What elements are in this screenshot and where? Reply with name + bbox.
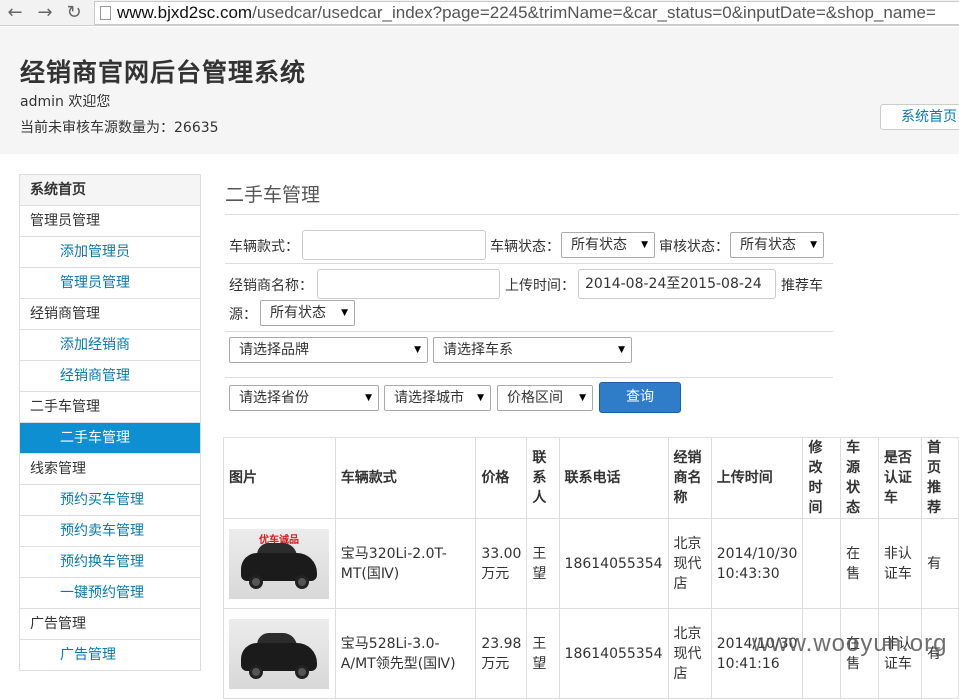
divider bbox=[225, 331, 833, 332]
price-cell: 23.98万元 bbox=[475, 608, 528, 699]
contact-cell: 王望 bbox=[526, 518, 560, 609]
column-header: 上传时间 bbox=[710, 437, 804, 519]
home-button[interactable]: 系统首页 bbox=[880, 104, 959, 130]
table-row[interactable]: 优车诚品 宝马320Li-2.0T-MT(国Ⅳ) 33.00万元 王望 1861… bbox=[223, 518, 959, 609]
upload-date-input[interactable]: 2014-08-24至2015-08-24 bbox=[578, 269, 776, 299]
url-text: www.bjxd2sc.com/usedcar/usedcar_index?pa… bbox=[117, 3, 936, 22]
thumbnail-cell bbox=[223, 608, 336, 699]
upload-label: 上传时间： bbox=[505, 278, 575, 294]
reload-icon[interactable]: ↻ bbox=[63, 2, 85, 24]
sidebar-item-admin-manage[interactable]: 管理员管理 bbox=[20, 268, 200, 299]
column-header: 联系电话 bbox=[558, 437, 669, 519]
sidebar-group-ads[interactable]: 广告管理 bbox=[20, 609, 200, 640]
table-header-row: 图片 车辆款式 价格 联系人 联系电话 经销商名称 上传时间 修改时间 车源状态… bbox=[223, 437, 959, 519]
sidebar-item-ads-manage[interactable]: 广告管理 bbox=[20, 640, 200, 671]
welcome-text: admin 欢迎您 bbox=[20, 94, 111, 110]
sidebar-item-add-admin[interactable]: 添加管理员 bbox=[20, 237, 200, 268]
phone-cell: 18614055354 bbox=[558, 608, 669, 699]
sidebar-item-dealer-manage[interactable]: 经销商管理 bbox=[20, 361, 200, 392]
site-title: 经销商官网后台管理系统 bbox=[20, 58, 307, 87]
dropdown-arrow-icon: ▼ bbox=[579, 393, 586, 403]
status-select[interactable]: 所有状态 ▼ bbox=[561, 232, 655, 258]
dropdown-arrow-icon: ▼ bbox=[618, 345, 625, 355]
sidebar-group-usedcar[interactable]: 二手车管理 bbox=[20, 392, 200, 423]
certified-cell: 非认证车 bbox=[877, 518, 923, 609]
model-input[interactable] bbox=[302, 230, 486, 260]
column-header: 车源状态 bbox=[840, 437, 879, 519]
status-label: 车辆状态： bbox=[490, 239, 560, 255]
contact-cell: 王望 bbox=[526, 608, 560, 699]
status-cell: 在售 bbox=[840, 518, 879, 609]
model-cell: 宝马320Li-2.0T-MT(国Ⅳ) bbox=[334, 518, 477, 609]
watermark-text: www.wooyun.org bbox=[752, 630, 948, 657]
dealer-label: 经销商名称： bbox=[229, 278, 313, 294]
dropdown-arrow-icon: ▼ bbox=[414, 345, 421, 355]
sidebar-item-usedcar-manage[interactable]: 二手车管理 bbox=[20, 423, 200, 454]
recommend-label: 推荐车 bbox=[781, 278, 823, 294]
sidebar-group-dealer[interactable]: 经销商管理 bbox=[20, 299, 200, 330]
column-header: 首页推荐 bbox=[921, 437, 959, 519]
recommend-select[interactable]: 所有状态 ▼ bbox=[260, 300, 355, 326]
sidebar-item-home[interactable]: 系统首页 bbox=[20, 175, 200, 206]
dropdown-arrow-icon: ▼ bbox=[341, 308, 348, 318]
brand-select[interactable]: 请选择品牌 ▼ bbox=[229, 337, 428, 363]
phone-cell: 18614055354 bbox=[558, 518, 669, 609]
back-arrow-icon[interactable]: ← bbox=[4, 2, 26, 24]
upload-time-cell: 2014/10/30 10:43:30 bbox=[710, 518, 804, 609]
dealer-input[interactable] bbox=[317, 269, 500, 299]
price-select[interactable]: 价格区间 ▼ bbox=[497, 385, 593, 411]
audit-label: 审核状态： bbox=[659, 239, 729, 255]
car-thumbnail[interactable] bbox=[229, 618, 329, 689]
sidebar-group-leads[interactable]: 线索管理 bbox=[20, 454, 200, 485]
page-header: 经销商官网后台管理系统 admin 欢迎您 当前未审核车源数量为：26635 系… bbox=[0, 27, 959, 154]
thumbnail-cell: 优车诚品 bbox=[223, 518, 336, 609]
city-select[interactable]: 请选择城市 ▼ bbox=[384, 385, 491, 411]
recommend-label-cont: 源： bbox=[229, 307, 257, 323]
column-header: 车辆款式 bbox=[334, 437, 477, 519]
dropdown-arrow-icon: ▼ bbox=[477, 393, 484, 403]
divider bbox=[225, 263, 833, 264]
series-select[interactable]: 请选择车系 ▼ bbox=[433, 337, 632, 363]
column-header: 修改时间 bbox=[802, 437, 842, 519]
divider bbox=[225, 377, 833, 378]
column-header: 经销商名称 bbox=[667, 437, 712, 519]
modified-time-cell bbox=[802, 518, 842, 609]
dropdown-arrow-icon: ▼ bbox=[365, 393, 372, 403]
dealer-cell: 北京现代店 bbox=[667, 518, 712, 609]
sidebar-item-swap-appointments[interactable]: 预约换车管理 bbox=[20, 547, 200, 578]
model-cell: 宝马528Li-3.0-A/MT领先型(国Ⅳ) bbox=[334, 608, 477, 699]
dealer-cell: 北京现代店 bbox=[667, 608, 712, 699]
browser-toolbar: ← → ↻ www.bjxd2sc.com/usedcar/usedcar_in… bbox=[0, 0, 959, 26]
page-title: 二手车管理 bbox=[225, 184, 321, 206]
dropdown-arrow-icon: ▼ bbox=[810, 240, 817, 250]
province-select[interactable]: 请选择省份 ▼ bbox=[229, 385, 379, 411]
sidebar-item-buy-appointments[interactable]: 预约买车管理 bbox=[20, 485, 200, 516]
forward-arrow-icon[interactable]: → bbox=[34, 2, 56, 24]
column-header: 联系人 bbox=[526, 437, 560, 519]
pending-count-text: 当前未审核车源数量为：26635 bbox=[20, 120, 219, 136]
car-thumbnail[interactable]: 优车诚品 bbox=[229, 528, 329, 599]
sidebar-item-sell-appointments[interactable]: 预约卖车管理 bbox=[20, 516, 200, 547]
recommend-cell: 有 bbox=[921, 518, 959, 609]
usedcar-table: 图片 车辆款式 价格 联系人 联系电话 经销商名称 上传时间 修改时间 车源状态… bbox=[223, 437, 959, 699]
address-bar[interactable]: www.bjxd2sc.com/usedcar/usedcar_index?pa… bbox=[94, 1, 959, 25]
page-icon bbox=[100, 6, 111, 20]
query-button[interactable]: 查询 bbox=[599, 382, 681, 413]
column-header: 价格 bbox=[475, 437, 528, 519]
sidebar-group-admin[interactable]: 管理员管理 bbox=[20, 206, 200, 237]
divider bbox=[225, 214, 959, 215]
model-label: 车辆款式： bbox=[229, 239, 299, 255]
sidebar-item-quick-appointments[interactable]: 一键预约管理 bbox=[20, 578, 200, 609]
column-header: 图片 bbox=[223, 437, 336, 519]
dropdown-arrow-icon: ▼ bbox=[641, 240, 648, 250]
price-cell: 33.00万元 bbox=[475, 518, 528, 609]
sidebar-nav: 系统首页 管理员管理 添加管理员 管理员管理 经销商管理 添加经销商 经销商管理… bbox=[19, 174, 201, 671]
column-header: 是否认证车 bbox=[877, 437, 923, 519]
sidebar-item-add-dealer[interactable]: 添加经销商 bbox=[20, 330, 200, 361]
audit-select[interactable]: 所有状态 ▼ bbox=[730, 232, 824, 258]
